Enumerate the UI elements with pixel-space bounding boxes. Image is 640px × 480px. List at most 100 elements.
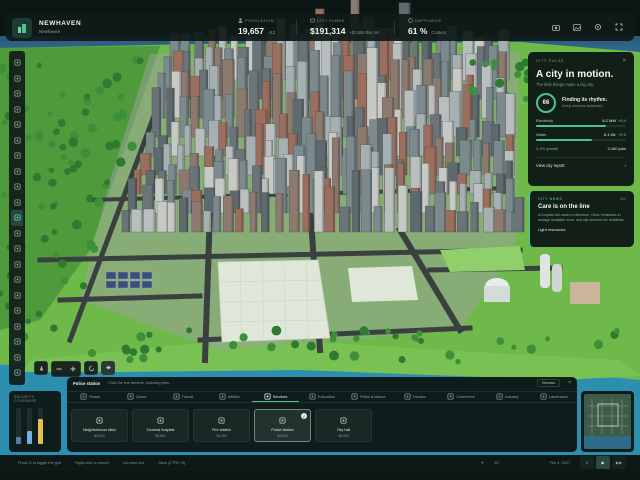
view-city-report-link[interactable]: View city report › xyxy=(536,157,626,168)
fast-forward-button[interactable]: ▶▶ xyxy=(612,456,626,469)
clinic-icon xyxy=(94,415,106,425)
building-shade xyxy=(273,123,276,156)
panel-subtitle: The little things make a big city. xyxy=(536,82,595,87)
camera-icon[interactable] xyxy=(551,22,561,32)
happiness-stat[interactable]: HAPPINESS 61 % Content xyxy=(408,18,446,35)
tree xyxy=(83,93,91,100)
transit-icon[interactable] xyxy=(11,164,23,180)
score-heading: Finding its rhythm. xyxy=(562,97,607,104)
tree xyxy=(68,137,79,147)
tree xyxy=(526,344,536,354)
build-card-city-hall[interactable]: City hall $8,000 xyxy=(315,409,372,442)
tree xyxy=(112,72,122,82)
build-card-neighborhood-clinic[interactable]: Neighborhood clinic $3,000 xyxy=(71,409,128,442)
tree xyxy=(495,78,505,88)
city-news-card[interactable]: CITY NEWS 2m Care is on the line A hospit… xyxy=(528,191,634,247)
fullscreen-icon[interactable] xyxy=(614,22,624,32)
tab-utilities[interactable]: Utilities xyxy=(206,392,252,402)
health-icon[interactable] xyxy=(11,241,23,257)
building-shade xyxy=(453,210,456,232)
education-icon[interactable] xyxy=(11,257,23,273)
population-stat[interactable]: POPULATION 19,657 +12 xyxy=(238,18,275,35)
top-bar: NEWHAVEN Newhaven POPULATION 19,657 +12 C… xyxy=(6,14,634,41)
road-icon[interactable] xyxy=(11,55,23,71)
tab-roads[interactable]: Roads xyxy=(67,392,113,402)
build-card-police-station[interactable]: Police station $3,800 ✓ xyxy=(254,409,311,442)
layers-icon[interactable] xyxy=(101,361,115,375)
browse-dropdown[interactable]: Browse xyxy=(537,379,561,387)
park-icon[interactable] xyxy=(11,148,23,164)
minimap[interactable] xyxy=(581,391,634,452)
building-shade xyxy=(247,189,250,213)
news-link[interactable]: Light resources xyxy=(538,227,626,232)
info-icon[interactable] xyxy=(11,350,23,366)
zoom-out-icon[interactable] xyxy=(52,362,66,376)
pause-button[interactable]: II xyxy=(580,456,594,469)
bulldoze-icon[interactable] xyxy=(11,86,23,102)
city-name-block[interactable]: NEWHAVEN Newhaven xyxy=(39,20,81,34)
tree xyxy=(481,60,489,68)
landmark-icon[interactable] xyxy=(11,272,23,288)
building-shade xyxy=(329,33,332,118)
tab-education[interactable]: Education xyxy=(299,392,345,402)
building-shade xyxy=(369,169,372,232)
zone-icon[interactable] xyxy=(11,71,23,87)
tree xyxy=(306,341,316,351)
tab-commerce[interactable]: Commerce xyxy=(438,392,484,402)
tab-transit[interactable]: Transit xyxy=(160,392,206,402)
compass-icon[interactable] xyxy=(34,361,48,375)
alert-icon[interactable] xyxy=(11,365,23,381)
tab-parks-leisure[interactable]: Parks & leisure xyxy=(345,392,391,402)
meter-label: Water xyxy=(536,132,547,137)
tab-tourism[interactable]: Tourism xyxy=(392,392,438,402)
chart-icon[interactable] xyxy=(11,334,23,350)
building-shade xyxy=(158,87,161,137)
hospital-icon xyxy=(155,415,167,425)
tab-services[interactable]: Services xyxy=(252,392,299,402)
close-icon[interactable]: × xyxy=(568,380,571,386)
budget-icon[interactable] xyxy=(11,319,23,335)
zoom-in-icon[interactable] xyxy=(66,362,80,376)
pipe-icon[interactable] xyxy=(11,133,23,149)
tree xyxy=(127,141,137,151)
tree xyxy=(126,355,134,364)
funds-stat[interactable]: CITY FUNDS $191,314 +$3,850 this mo xyxy=(310,18,379,35)
water-icon[interactable] xyxy=(11,102,23,118)
play-button[interactable]: ▶ xyxy=(596,456,610,469)
settings-icon[interactable] xyxy=(593,22,603,32)
city-badge-icon[interactable] xyxy=(12,17,32,38)
tab-industry[interactable]: Industry xyxy=(484,392,530,402)
building-shade xyxy=(164,170,167,194)
fire-icon[interactable] xyxy=(11,226,23,242)
meter-value: 6.1 ML xyxy=(603,132,617,137)
build-card-general-hospital[interactable]: General hospital $9,500 xyxy=(132,409,189,442)
tree xyxy=(491,59,499,67)
check-icon: ✓ xyxy=(301,413,307,419)
tab-label: Roads xyxy=(89,395,101,399)
news-eyebrow: CITY NEWS xyxy=(538,197,563,201)
district-icon[interactable] xyxy=(11,288,23,304)
tab-zones[interactable]: Zones xyxy=(113,392,159,402)
card-name: General hospital xyxy=(146,428,175,432)
tab-landmarks[interactable]: Landmarks xyxy=(531,392,577,402)
close-icon[interactable]: × xyxy=(622,58,626,64)
tree xyxy=(514,71,522,78)
security-title: SECURITY COVERAGE xyxy=(14,395,37,403)
tree xyxy=(239,333,248,342)
silo-1 xyxy=(540,254,550,288)
commerce-icon xyxy=(447,393,454,401)
transit-icon xyxy=(173,393,180,401)
rotate-icon[interactable] xyxy=(84,361,98,375)
police-icon[interactable] xyxy=(11,210,23,226)
building-shade xyxy=(503,209,506,232)
photo-icon[interactable] xyxy=(572,22,582,32)
bus-icon[interactable] xyxy=(11,179,23,195)
building-shade xyxy=(405,185,408,232)
status-hint: Un-zone tool xyxy=(122,461,145,465)
power-icon[interactable] xyxy=(11,117,23,133)
building-shade xyxy=(522,197,525,232)
policy-icon[interactable] xyxy=(11,303,23,319)
build-card-fire-station[interactable]: Fire station $4,200 xyxy=(193,409,250,442)
train-icon[interactable] xyxy=(11,195,23,211)
news-time: 2m xyxy=(620,197,626,201)
